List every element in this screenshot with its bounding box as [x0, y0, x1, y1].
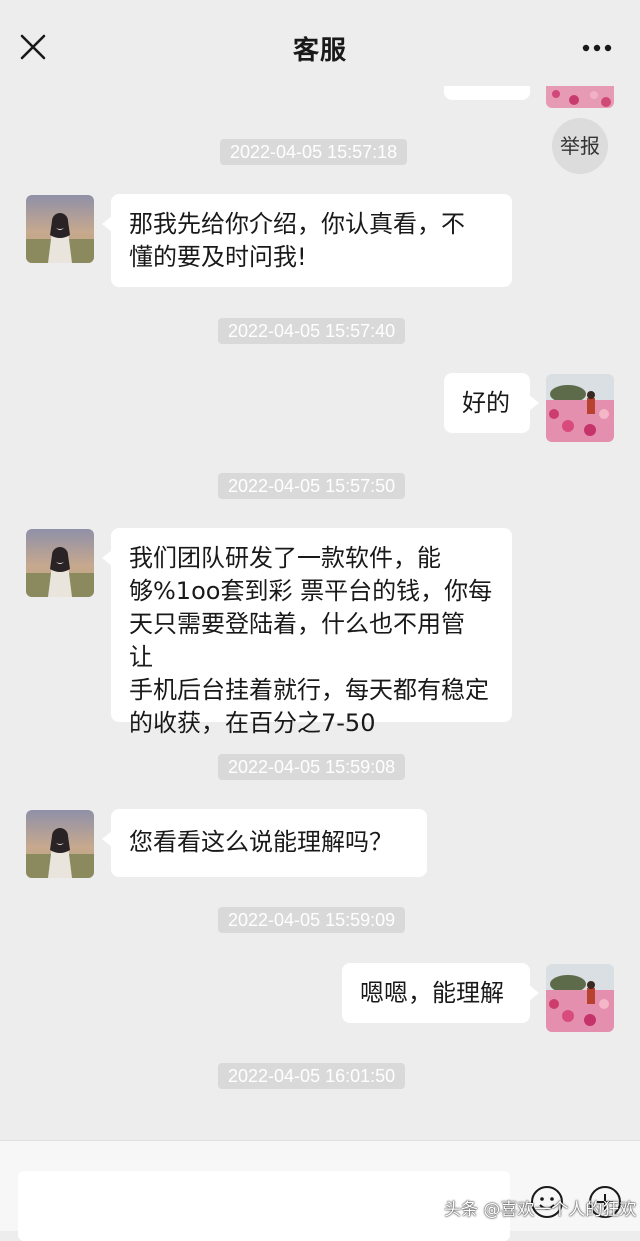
- message-timestamp: 2022-04-05 15:57:50: [218, 473, 406, 499]
- message-input[interactable]: [18, 1171, 510, 1241]
- more-horizontal-icon[interactable]: [582, 44, 612, 52]
- message-bubble[interactable]: 那我先给你介绍，你认真看，不 懂的要及时问我!: [102, 194, 512, 287]
- input-toolbar: 头条 @喜欢一个人的狂欢: [0, 1140, 640, 1241]
- chat-title: 客服: [292, 36, 347, 66]
- chat-header: 客服: [0, 0, 640, 96]
- agent-avatar[interactable]: [26, 529, 94, 597]
- watermark: 头条 @喜欢一个人的狂欢: [444, 1200, 637, 1220]
- message-bubble[interactable]: 嗯嗯，能理解: [342, 963, 539, 1023]
- message-bubble[interactable]: 您看看这么说能理解吗？: [102, 809, 427, 877]
- message-bubble[interactable]: 我们团队研发了一款软件，能 够%1oo套到彩 票平台的钱，你每 天只需要登陆着，…: [102, 528, 512, 737]
- message-timestamp: 2022-04-05 16:01:50: [218, 1063, 406, 1089]
- message-timestamp: 2022-04-05 15:57:40: [218, 318, 406, 344]
- message-timestamp: 2022-04-05 15:59:08: [218, 754, 406, 780]
- previous-message-bubble[interactable]: [444, 86, 530, 100]
- message-bubble[interactable]: 好的: [444, 373, 539, 433]
- message-timestamp: 2022-04-05 15:57:18: [220, 139, 408, 165]
- user-avatar[interactable]: [546, 964, 614, 1032]
- agent-avatar[interactable]: [26, 195, 94, 263]
- user-avatar[interactable]: [546, 86, 614, 108]
- agent-avatar[interactable]: [26, 810, 94, 878]
- user-avatar[interactable]: [546, 374, 614, 442]
- message-timestamp: 2022-04-05 15:59:09: [218, 907, 406, 933]
- report-button[interactable]: 举报: [552, 118, 608, 174]
